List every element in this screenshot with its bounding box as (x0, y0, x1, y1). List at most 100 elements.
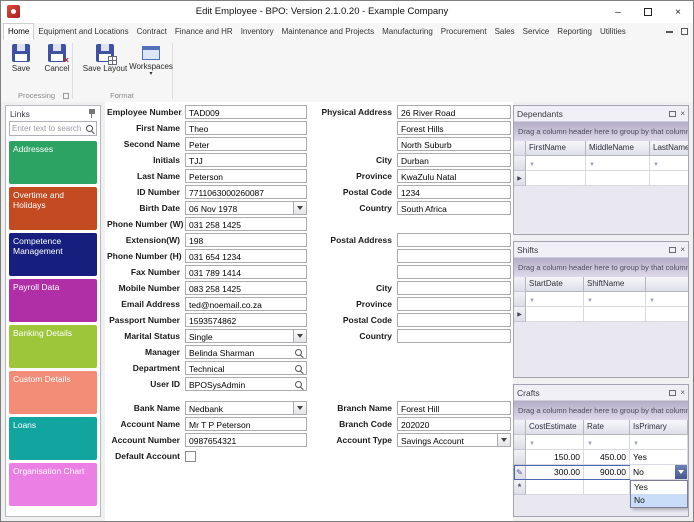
default-account-checkbox[interactable] (185, 450, 196, 462)
column-header[interactable] (646, 277, 688, 292)
filter-cell[interactable]: ▼ (586, 156, 650, 171)
mdi-restore-icon[interactable] (681, 28, 688, 35)
phone-number-w-field[interactable]: 031 258 1425 (185, 217, 307, 231)
link-tile-payroll-data[interactable]: Payroll Data (9, 279, 97, 322)
user-id-field[interactable]: BPOSysAdmin (185, 377, 307, 391)
account-number-field[interactable]: 0987654321 (185, 433, 307, 447)
grid-cell-editor[interactable]: No (630, 465, 688, 480)
physical-address-field[interactable]: 26 River Road (397, 105, 511, 119)
extension-w-field[interactable]: 198 (185, 233, 307, 247)
grid-cell[interactable]: 900.00 (584, 465, 630, 480)
postal-code-field[interactable] (397, 313, 511, 327)
cancel-button[interactable]: × Cancel (39, 44, 75, 90)
column-header-lastname[interactable]: LastName (650, 141, 688, 156)
filter-cell[interactable]: ▼ (526, 156, 586, 171)
id-number-field[interactable]: 7711063000260087 (185, 185, 307, 199)
tab-maintenance-and-projects[interactable]: Maintenance and Projects (278, 23, 379, 40)
close-button[interactable]: × (663, 1, 693, 23)
link-tile-competence-management[interactable]: Competence Management (9, 233, 97, 276)
lookup-magnifier-icon[interactable] (295, 349, 302, 356)
search-button[interactable] (82, 122, 96, 135)
filter-cell[interactable]: ▼ (630, 435, 688, 450)
dropdown-arrow-icon[interactable] (293, 202, 306, 214)
search-input[interactable]: Enter text to search... (9, 121, 97, 136)
lookup-magnifier-icon[interactable] (295, 365, 302, 372)
filter-cell[interactable]: ▼ (584, 292, 646, 307)
branch-name-field[interactable]: Forest Hill (397, 401, 511, 415)
initials-field[interactable]: TJJ (185, 153, 307, 167)
column-header-costestimate[interactable]: CostEstimate (526, 420, 584, 435)
grid-cell[interactable] (584, 480, 630, 495)
maximize-icon[interactable] (669, 389, 677, 396)
dropdown-option-yes[interactable]: Yes (631, 481, 687, 494)
birth-date-field[interactable]: 06 Nov 1978 (185, 201, 307, 215)
city-field[interactable]: Durban (397, 153, 511, 167)
maximize-icon[interactable] (669, 110, 677, 117)
country-field[interactable]: South Africa (397, 201, 511, 215)
close-icon[interactable]: × (680, 245, 685, 254)
column-header-middlename[interactable]: MiddleName (586, 141, 650, 156)
column-header-shiftname[interactable]: ShiftName (584, 277, 646, 292)
grid-cell[interactable] (586, 171, 650, 186)
column-header-rate[interactable]: Rate (584, 420, 630, 435)
department-field[interactable]: Technical (185, 361, 307, 375)
address-line-field[interactable]: North Suburb (397, 137, 511, 151)
filter-cell[interactable]: ▼ (526, 435, 584, 450)
grid-cell[interactable]: 150.00 (526, 450, 584, 465)
province-field[interactable] (397, 297, 511, 311)
column-header-firstname[interactable]: FirstName (526, 141, 586, 156)
link-tile-banking-details[interactable]: Banking Details (9, 325, 97, 368)
dropdown-arrow-icon[interactable] (293, 330, 306, 342)
pin-icon[interactable] (88, 108, 96, 119)
grid-cell[interactable] (646, 307, 688, 322)
grid-cell[interactable]: 450.00 (584, 450, 630, 465)
email-address-field[interactable]: ted@noemail.co.za (185, 297, 307, 311)
grid-cell[interactable]: Yes (630, 450, 688, 465)
save-button[interactable]: Save (5, 44, 37, 90)
postal-code-field[interactable]: 1234 (397, 185, 511, 199)
phone-number-h-field[interactable]: 031 654 1234 (185, 249, 307, 263)
marital-status-field[interactable]: Single (185, 329, 307, 343)
grid-cell[interactable] (526, 480, 584, 495)
tab-reporting[interactable]: Reporting (553, 23, 596, 40)
save-layout-button[interactable]: Save Layout (79, 44, 131, 90)
manager-field[interactable]: Belinda Sharman (185, 345, 307, 359)
mobile-number-field[interactable]: 083 258 1425 (185, 281, 307, 295)
column-header-isprimary[interactable]: IsPrimary (630, 420, 688, 435)
address-line-field[interactable] (397, 265, 511, 279)
tab-sales[interactable]: Sales (491, 23, 519, 40)
tab-utilities[interactable]: Utilities (596, 23, 630, 40)
branch-code-field[interactable]: 202020 (397, 417, 511, 431)
link-tile-loans[interactable]: Loans (9, 417, 97, 460)
filter-cell[interactable]: ▼ (526, 292, 584, 307)
close-icon[interactable]: × (680, 109, 685, 118)
tab-inventory[interactable]: Inventory (237, 23, 278, 40)
province-field[interactable]: KwaZulu Natal (397, 169, 511, 183)
tab-procurement[interactable]: Procurement (437, 23, 491, 40)
tab-contract[interactable]: Contract (133, 23, 171, 40)
lookup-magnifier-icon[interactable] (295, 381, 302, 388)
filter-cell[interactable]: ▼ (650, 156, 688, 171)
address-line-field[interactable] (397, 249, 511, 263)
link-tile-addresses[interactable]: Addresses (9, 141, 97, 184)
dropdown-option-no[interactable]: No (631, 494, 687, 507)
fax-number-field[interactable]: 031 789 1414 (185, 265, 307, 279)
link-tile-overtime-and-holidays[interactable]: Overtime and Holidays (9, 187, 97, 230)
address-line-field[interactable]: Forest Hills (397, 121, 511, 135)
filter-cell[interactable]: ▼ (646, 292, 688, 307)
tab-equipment-and-locations[interactable]: Equipment and Locations (34, 23, 132, 40)
dialog-launcher-icon[interactable] (63, 93, 69, 99)
workspaces-button[interactable]: Workspaces ▾ (129, 44, 173, 90)
grid-cell[interactable]: 300.00 (526, 465, 584, 480)
account-type-field[interactable]: Savings Account (397, 433, 511, 447)
second-name-field[interactable]: Peter (185, 137, 307, 151)
account-name-field[interactable]: Mr T P Peterson (185, 417, 307, 431)
maximize-icon[interactable] (669, 246, 677, 253)
link-tile-custom-details[interactable]: Custom Details (9, 371, 97, 414)
employee-number-field[interactable]: TAD009 (185, 105, 307, 119)
last-name-field[interactable]: Peterson (185, 169, 307, 183)
city-field[interactable] (397, 281, 511, 295)
grid-cell[interactable] (526, 307, 584, 322)
filter-cell[interactable]: ▼ (584, 435, 630, 450)
country-field[interactable] (397, 329, 511, 343)
